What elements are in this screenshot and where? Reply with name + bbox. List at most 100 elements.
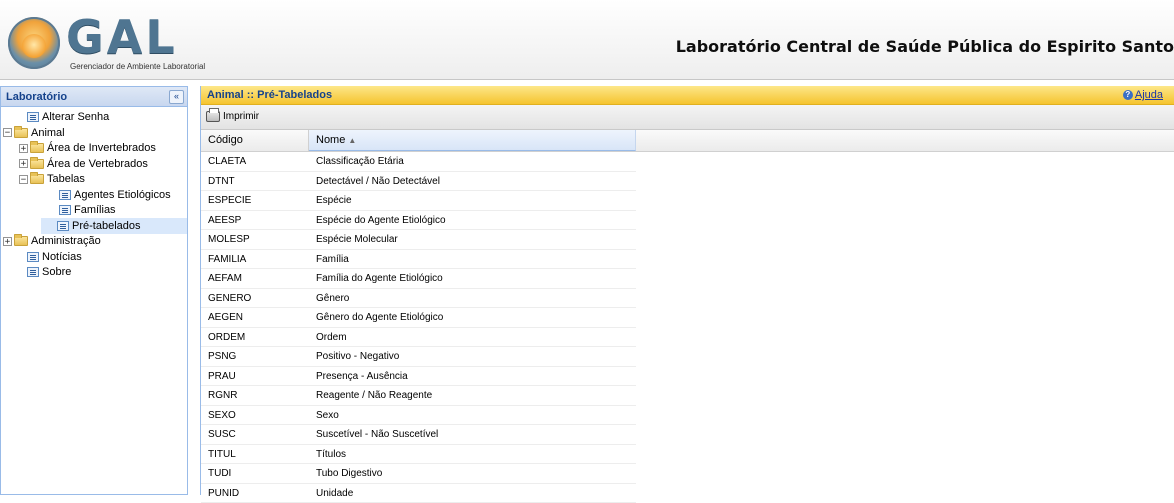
sidebar-item-agentes-etiologicos[interactable]: Agentes Etiológicos	[43, 187, 171, 203]
table-row[interactable]: PUNID Unidade	[201, 484, 636, 503]
cell-codigo: DTNT	[208, 172, 235, 191]
cell-codigo: SUSC	[208, 425, 236, 444]
folder-open-icon	[14, 128, 28, 138]
table-row[interactable]: PRAUPresença - Ausência	[201, 367, 636, 387]
cell-codigo: FAMILIA	[208, 250, 246, 269]
cell-nome: Família	[316, 250, 349, 269]
collapse-node-icon[interactable]: −	[3, 128, 12, 137]
logo-emblem-icon	[8, 17, 60, 69]
cell-nome: Espécie	[316, 191, 352, 210]
column-header-codigo[interactable]: Código	[201, 130, 309, 151]
cell-codigo: AEESP	[208, 211, 241, 230]
help-label: Ajuda	[1135, 89, 1163, 101]
table-row[interactable]: PSNG Positivo - Negativo	[201, 347, 636, 367]
grid-header: Código Nome▲	[201, 130, 1174, 152]
sidebar-item-familias[interactable]: Famílias	[43, 202, 116, 218]
expand-node-icon[interactable]: +	[3, 237, 12, 246]
sidebar-title: Laboratório	[6, 91, 67, 103]
cell-nome: Positivo - Negativo	[316, 347, 399, 366]
cell-nome: Tubo Digestivo	[316, 464, 382, 483]
sidebar-item-area-de-vertebrados[interactable]: +Área de Vertebrados	[27, 156, 148, 172]
table-row[interactable]: GENERO Gênero	[201, 289, 636, 309]
table-row[interactable]: FAMILIA Família	[201, 250, 636, 270]
sidebar-item-pre-tabelados[interactable]: Pré-tabelados	[41, 218, 187, 234]
sidebar-item-sobre[interactable]: Sobre	[11, 264, 71, 280]
cell-codigo: AEGEN	[208, 308, 243, 327]
sidebar-item-label: Área de Vertebrados	[47, 158, 148, 170]
cell-nome: Espécie do Agente Etiológico	[316, 211, 446, 230]
table-row[interactable]: SEXO Sexo	[201, 406, 636, 426]
sidebar-item-administracao[interactable]: +Administração	[11, 233, 101, 249]
collapse-node-icon[interactable]: −	[19, 175, 28, 184]
table-row[interactable]: RGNRReagente / Não Reagente	[201, 386, 636, 406]
printer-icon	[206, 111, 220, 122]
table-row[interactable]: SUSC Suscetível - Não Suscetível	[201, 425, 636, 445]
column-header-nome-label: Nome	[316, 134, 345, 146]
main-panel-title: Animal :: Pré-Tabelados	[207, 89, 332, 101]
table-row[interactable]: AEESP Espécie do Agente Etiológico	[201, 211, 636, 231]
sidebar-item-alterar-senha[interactable]: Alterar Senha	[11, 109, 109, 125]
cell-codigo: PUNID	[208, 484, 239, 503]
main-panel: Animal :: Pré-Tabelados ?Ajuda Imprimir …	[200, 86, 1174, 495]
sidebar-item-animal[interactable]: −Animal	[11, 125, 65, 141]
document-icon	[27, 252, 39, 262]
table-row[interactable]: ESPECIE Espécie	[201, 191, 636, 211]
cell-nome: Gênero	[316, 289, 349, 308]
cell-nome: Suscetível - Não Suscetível	[316, 425, 438, 444]
folder-icon	[30, 143, 44, 153]
document-icon	[59, 190, 71, 200]
cell-nome: Sexo	[316, 406, 339, 425]
cell-nome: Títulos	[316, 445, 346, 464]
sidebar-item-label: Área de Invertebrados	[47, 142, 156, 154]
column-header-nome[interactable]: Nome▲	[309, 130, 636, 151]
cell-nome: Presença - Ausência	[316, 367, 408, 386]
cell-codigo: ORDEM	[208, 328, 245, 347]
sidebar-panel: Laboratório « Alterar Senha−Animal+Área …	[0, 86, 188, 495]
app-header: GAL Gerenciador de Ambiente Laboratorial…	[0, 0, 1174, 80]
sidebar-item-label: Tabelas	[47, 173, 85, 185]
table-row[interactable]: MOLESP Espécie Molecular	[201, 230, 636, 250]
cell-codigo: ESPECIE	[208, 191, 251, 210]
sort-ascending-icon: ▲	[348, 136, 356, 145]
folder-icon	[14, 236, 28, 246]
sidebar-item-label: Sobre	[42, 266, 71, 278]
cell-codigo: PSNG	[208, 347, 236, 366]
logo-text: GAL	[66, 12, 178, 62]
sidebar-item-label: Agentes Etiológicos	[74, 189, 171, 201]
sidebar-item-label: Administração	[31, 235, 101, 247]
table-row[interactable]: TUDITubo Digestivo	[201, 464, 636, 484]
print-button[interactable]: Imprimir	[206, 109, 259, 125]
cell-codigo: SEXO	[208, 406, 236, 425]
sidebar-item-area-de-invertebrados[interactable]: +Área de Invertebrados	[27, 140, 156, 156]
cell-nome: Família do Agente Etiológico	[316, 269, 443, 288]
help-link[interactable]: ?Ajuda	[1123, 89, 1163, 101]
expand-node-icon[interactable]: +	[19, 159, 28, 168]
sidebar-item-label: Notícias	[42, 251, 82, 263]
sidebar-item-label: Famílias	[74, 204, 116, 216]
table-row[interactable]: AEFAM Família do Agente Etiológico	[201, 269, 636, 289]
folder-icon	[30, 159, 44, 169]
sidebar-item-label: Pré-tabelados	[72, 220, 141, 232]
collapse-sidebar-button[interactable]: «	[169, 90, 184, 104]
cell-codigo: RGNR	[208, 386, 237, 405]
toolbar: Imprimir	[201, 105, 1174, 130]
document-icon	[27, 112, 39, 122]
table-row[interactable]: CLAETAClassificação Etária	[201, 152, 636, 172]
help-icon: ?	[1123, 90, 1133, 100]
cell-nome: Unidade	[316, 484, 353, 503]
print-label: Imprimir	[223, 111, 259, 122]
table-row[interactable]: AEGEN Gênero do Agente Etiológico	[201, 308, 636, 328]
expand-node-icon[interactable]: +	[19, 144, 28, 153]
cell-codigo: AEFAM	[208, 269, 242, 288]
sidebar-header: Laboratório «	[1, 87, 187, 107]
sidebar-item-tabelas[interactable]: −Tabelas	[27, 171, 85, 187]
cell-codigo: GENERO	[208, 289, 251, 308]
table-row[interactable]: ORDEMOrdem	[201, 328, 636, 348]
cell-nome: Gênero do Agente Etiológico	[316, 308, 443, 327]
table-row[interactable]: DTNTDetectável / Não Detectável	[201, 172, 636, 192]
sidebar-item-label: Alterar Senha	[42, 111, 109, 123]
table-row[interactable]: TITULTítulos	[201, 445, 636, 465]
cell-nome: Espécie Molecular	[316, 230, 398, 249]
cell-codigo: MOLESP	[208, 230, 250, 249]
sidebar-item-noticias[interactable]: Notícias	[11, 249, 82, 265]
